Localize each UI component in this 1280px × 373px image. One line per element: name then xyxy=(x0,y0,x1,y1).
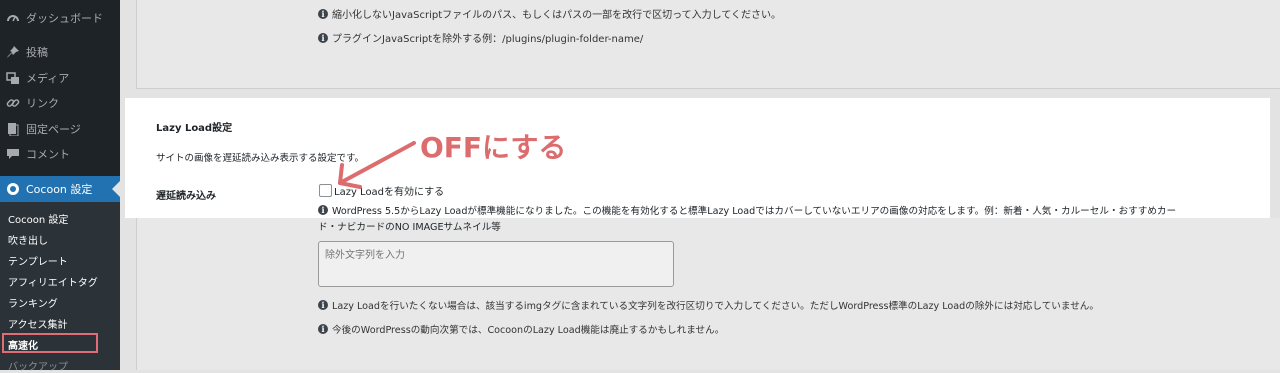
note-text: プラグインJavaScriptを除外する例：/plugins/plugin-fo… xyxy=(332,34,644,45)
admin-sidebar: ダッシュボード 投稿 メディア リンク 固定ページ コメント Cocoon 設定… xyxy=(0,0,120,373)
annotation-arrow-icon xyxy=(338,141,416,189)
submenu-item-access-count[interactable]: アクセス集計 xyxy=(8,316,68,331)
exclude-strings-textarea[interactable] xyxy=(318,241,674,287)
sidebar-item-label: メディア xyxy=(26,72,70,85)
sidebar-item-pages[interactable]: 固定ページ xyxy=(0,116,120,142)
note-text-continued: ド・ナビカードのNO IMAGEサムネイル等 xyxy=(318,222,501,233)
sidebar-item-posts[interactable]: 投稿 xyxy=(0,39,120,65)
link-icon xyxy=(6,96,20,110)
highlight-box xyxy=(2,333,98,353)
settings-panel-lower xyxy=(136,218,1280,370)
sidebar-item-links[interactable]: リンク xyxy=(0,90,120,116)
sidebar-item-label: リンク xyxy=(26,97,59,110)
info-icon: i xyxy=(318,324,328,334)
annotation-label: OFFにする xyxy=(420,131,567,164)
field-label: 遅延読み込み xyxy=(156,191,216,202)
sidebar-item-dashboard[interactable]: ダッシュボード xyxy=(0,5,120,31)
page-icon xyxy=(6,122,20,137)
submenu-item-ranking[interactable]: ランキング xyxy=(8,295,58,310)
sidebar-item-label: 投稿 xyxy=(26,46,48,59)
dashboard-icon xyxy=(6,11,20,25)
info-note: i WordPress 5.5からLazy Loadが標準機能になりました。この… xyxy=(318,203,1176,217)
note-text: Lazy Loadを行いたくない場合は、該当するimgタグに含まれている文字列を… xyxy=(332,301,1099,312)
submenu-item-cocoon-settings[interactable]: Cocoon 設定 xyxy=(8,211,68,226)
media-icon xyxy=(6,71,20,85)
submenu-item-template[interactable]: テンプレート xyxy=(8,253,68,268)
submenu-item-speech-balloon[interactable]: 吹き出し xyxy=(8,232,48,247)
info-icon: i xyxy=(318,300,328,310)
info-icon: i xyxy=(318,32,328,43)
sidebar-item-label: ダッシュボード xyxy=(26,12,103,25)
cocoon-icon xyxy=(6,182,20,196)
info-icon: i xyxy=(318,8,328,19)
sidebar-item-label: Cocoon 設定 xyxy=(26,183,93,196)
section-heading: Lazy Load設定 xyxy=(156,123,233,134)
info-icon: i xyxy=(318,205,328,215)
sidebar-item-media[interactable]: メディア xyxy=(0,65,120,91)
note-text: WordPress 5.5からLazy Loadが標準機能になりました。この機能… xyxy=(332,206,1177,217)
info-note: i 縮小化しないJavaScriptファイルのパス、もしくはパスの一部を改行で区… xyxy=(318,6,781,21)
note-text: 縮小化しないJavaScriptファイルのパス、もしくはパスの一部を改行で区切っ… xyxy=(332,10,782,21)
sidebar-item-cocoon-settings[interactable]: Cocoon 設定 xyxy=(0,176,120,202)
info-note: i プラグインJavaScriptを除外する例：/plugins/plugin-… xyxy=(318,30,643,45)
submenu-item-backup[interactable]: バックアップ xyxy=(8,358,68,373)
sidebar-item-label: 固定ページ xyxy=(26,123,81,136)
info-note: i Lazy Loadを行いたくない場合は、該当するimgタグに含まれている文字… xyxy=(318,298,1099,312)
note-text: 今後のWordPressの動向次第では、CocoonのLazy Load機能は廃… xyxy=(332,325,725,336)
comment-icon xyxy=(6,147,20,161)
info-note: i 今後のWordPressの動向次第では、CocoonのLazy Load機能… xyxy=(318,322,724,336)
submenu-item-affiliate-tag[interactable]: アフィリエイトタグ xyxy=(8,274,98,289)
sidebar-item-comments[interactable]: コメント xyxy=(0,141,120,167)
sidebar-item-label: コメント xyxy=(26,148,70,161)
pin-icon xyxy=(6,45,20,59)
